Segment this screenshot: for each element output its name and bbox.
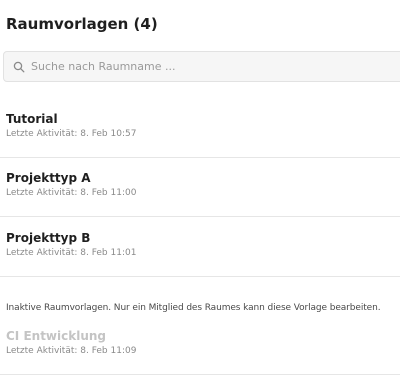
room-name: Projekttyp B	[6, 231, 91, 245]
room-name: CI Entwicklung	[6, 329, 107, 343]
room-item-projekttyp-b[interactable]: Projekttyp B Letzte Aktivität: 8. Feb 11…	[0, 217, 400, 276]
room-templates-panel: Raumvorlagen (4) Tutorial Letzte Aktivit…	[0, 0, 400, 385]
search-box[interactable]	[3, 51, 400, 82]
divider	[0, 276, 400, 277]
room-name: Projekttyp A	[6, 171, 91, 185]
room-name: Tutorial	[6, 112, 58, 126]
room-last-activity: Letzte Aktivität: 8. Feb 11:00	[6, 188, 137, 198]
room-item-tutorial[interactable]: Tutorial Letzte Aktivität: 8. Feb 10:57	[0, 98, 400, 156]
page-title: Raumvorlagen (4)	[6, 15, 158, 33]
inactive-templates-note: Inaktive Raumvorlagen. Nur ein Mitglied …	[6, 303, 381, 313]
room-item-ci-entwicklung[interactable]: CI Entwicklung Letzte Aktivität: 8. Feb …	[0, 320, 400, 374]
search-input[interactable]	[31, 52, 391, 81]
search-icon	[13, 61, 25, 73]
room-last-activity: Letzte Aktivität: 8. Feb 10:57	[6, 129, 137, 139]
room-last-activity: Letzte Aktivität: 8. Feb 11:01	[6, 248, 137, 258]
room-item-projekttyp-a[interactable]: Projekttyp A Letzte Aktivität: 8. Feb 11…	[0, 158, 400, 216]
room-last-activity: Letzte Aktivität: 8. Feb 11:09	[6, 346, 137, 356]
divider	[0, 374, 400, 375]
